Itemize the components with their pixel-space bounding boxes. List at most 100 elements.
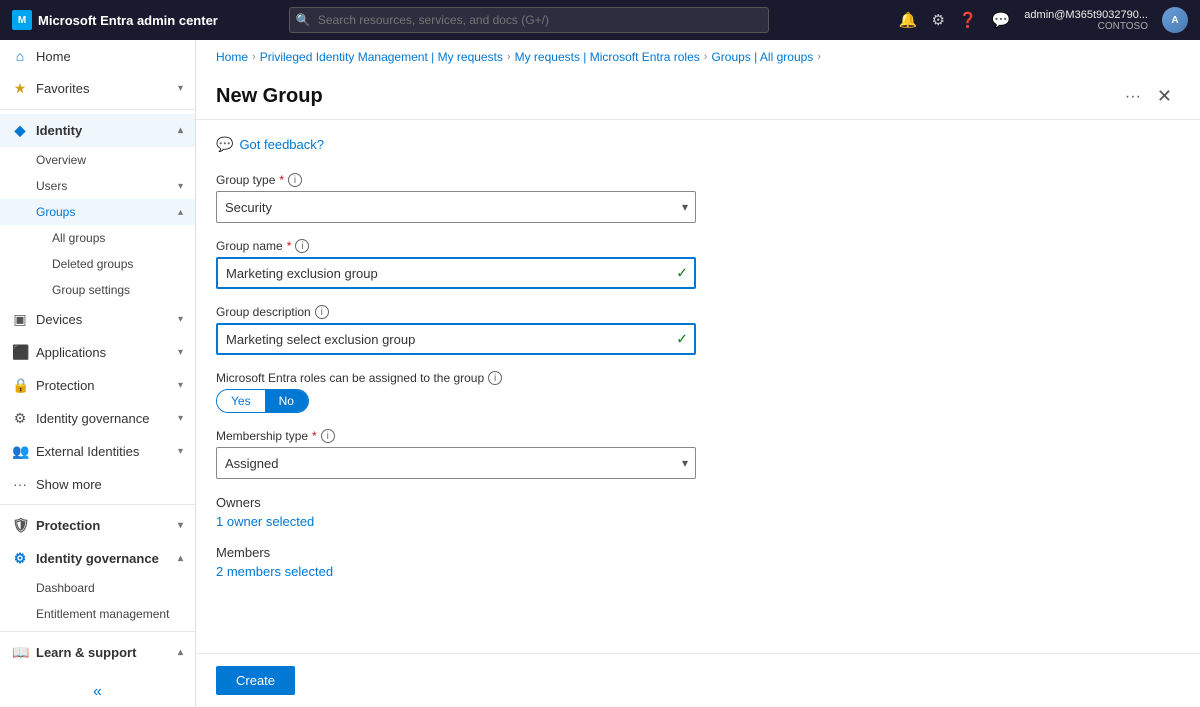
sidebar-label-overview: Overview <box>36 153 86 167</box>
group-type-field: Group type * i Security Microsoft 365 ▾ <box>216 173 1180 223</box>
entra-roles-field: Microsoft Entra roles can be assigned to… <box>216 371 1180 413</box>
group-description-input[interactable] <box>216 323 696 355</box>
required-marker: * <box>312 429 317 443</box>
sidebar-label-group-settings: Group settings <box>52 283 130 297</box>
sidebar-item-applications[interactable]: ⬛ Applications ▾ <box>0 336 195 369</box>
chevron-down-icon: ▾ <box>178 347 183 358</box>
sidebar-item-all-groups[interactable]: All groups <box>0 225 195 251</box>
sidebar-item-group-settings[interactable]: Group settings <box>0 277 195 303</box>
sidebar-collapse-button[interactable]: « <box>0 677 195 707</box>
sidebar-item-identity[interactable]: ◆ Identity ▴ <box>0 114 195 147</box>
governance2-icon: ⚙ <box>12 550 28 567</box>
divider-2 <box>0 504 195 505</box>
group-name-info-icon[interactable]: i <box>295 239 309 253</box>
sidebar-item-learn-support[interactable]: 📖 Learn & support ▴ <box>0 636 195 669</box>
entra-roles-toggle: Yes No <box>216 389 309 413</box>
members-field: Members 2 members selected <box>216 545 1180 579</box>
chevron-down-icon: ▾ <box>178 380 183 391</box>
breadcrumb: Home › Privileged Identity Management | … <box>196 40 1200 70</box>
sidebar-item-external-identities[interactable]: 👥 External Identities ▾ <box>0 435 195 468</box>
sidebar-label-identity-governance: Identity governance <box>36 411 170 426</box>
sidebar-label-groups: Groups <box>36 205 75 219</box>
sidebar: ⌂ Home ★ Favorites ▾ ◆ Identity ▴ Overvi… <box>0 40 196 707</box>
topbar: M Microsoft Entra admin center 🔍 🔔 ⚙ ❓ 💬… <box>0 0 1200 40</box>
sidebar-item-entitlement-management[interactable]: Entitlement management <box>0 601 195 627</box>
external-icon: 👥 <box>12 443 28 460</box>
feedback-link[interactable]: Got feedback? <box>239 137 324 152</box>
breadcrumb-home[interactable]: Home <box>216 50 248 64</box>
bottom-bar: Create <box>196 653 1200 707</box>
more-icon: ··· <box>12 476 28 492</box>
protection-icon: 🔒 <box>12 377 28 394</box>
breadcrumb-groups[interactable]: Groups | All groups <box>711 50 813 64</box>
group-type-select[interactable]: Security Microsoft 365 <box>216 191 696 223</box>
notifications-icon[interactable]: 🔔 <box>899 11 918 29</box>
sidebar-label-users: Users <box>36 179 67 193</box>
toggle-yes-button[interactable]: Yes <box>217 390 265 412</box>
breadcrumb-my-requests[interactable]: My requests | Microsoft Entra roles <box>515 50 700 64</box>
sidebar-item-protection[interactable]: 🔒 Protection ▾ <box>0 369 195 402</box>
membership-type-info-icon[interactable]: i <box>321 429 335 443</box>
members-label: Members <box>216 545 1180 560</box>
chevron-down-icon: ▾ <box>178 413 183 424</box>
group-description-field: Group description i ✓ <box>216 305 1180 355</box>
applications-icon: ⬛ <box>12 344 28 361</box>
sidebar-item-identity-governance2[interactable]: ⚙ Identity governance ▴ <box>0 542 195 575</box>
membership-type-select-wrapper: Assigned Dynamic User Dynamic Device ▾ <box>216 447 696 479</box>
panel-body: 💬 Got feedback? Group type * i Security … <box>196 120 1200 653</box>
topbar-actions: 🔔 ⚙ ❓ 💬 admin@M365t9032790... CONTOSO A <box>899 7 1188 33</box>
sidebar-item-dashboard[interactable]: Dashboard <box>0 575 195 601</box>
create-button[interactable]: Create <box>216 666 295 695</box>
new-group-panel: New Group ··· ✕ 💬 Got feedback? Group ty… <box>196 70 1200 707</box>
group-type-info-icon[interactable]: i <box>288 173 302 187</box>
sidebar-item-deleted-groups[interactable]: Deleted groups <box>0 251 195 277</box>
sidebar-item-home[interactable]: ⌂ Home <box>0 40 195 72</box>
feedback-bar: 💬 Got feedback? <box>216 136 1180 153</box>
panel-header: New Group ··· ✕ <box>196 70 1200 120</box>
entra-roles-info-icon[interactable]: i <box>488 371 502 385</box>
check-icon: ✓ <box>676 265 688 282</box>
search-bar: 🔍 <box>289 7 769 33</box>
sidebar-item-favorites[interactable]: ★ Favorites ▾ <box>0 72 195 105</box>
sidebar-item-devices[interactable]: ▣ Devices ▾ <box>0 303 195 336</box>
panel-menu-button[interactable]: ··· <box>1117 84 1149 110</box>
sidebar-item-groups[interactable]: Groups ▴ <box>0 199 195 225</box>
check-icon: ✓ <box>676 331 688 348</box>
members-link[interactable]: 2 members selected <box>216 564 333 579</box>
chevron-down-icon: ▾ <box>178 520 183 531</box>
group-type-select-wrapper: Security Microsoft 365 ▾ <box>216 191 696 223</box>
avatar[interactable]: A <box>1162 7 1188 33</box>
sidebar-item-users[interactable]: Users ▾ <box>0 173 195 199</box>
sidebar-label-dashboard: Dashboard <box>36 581 95 595</box>
toggle-no-button[interactable]: No <box>265 390 308 412</box>
sidebar-label-applications: Applications <box>36 345 170 360</box>
sidebar-item-protection2[interactable]: 🛡 Protection ▾ <box>0 509 195 542</box>
membership-type-select[interactable]: Assigned Dynamic User Dynamic Device <box>216 447 696 479</box>
chevron-down-icon: ▾ <box>178 446 183 457</box>
owners-link[interactable]: 1 owner selected <box>216 514 314 529</box>
sidebar-item-show-more[interactable]: ··· Show more <box>0 468 195 500</box>
learn-icon: 📖 <box>12 644 28 661</box>
feedback-icon[interactable]: 💬 <box>992 11 1011 29</box>
group-desc-info-icon[interactable]: i <box>315 305 329 319</box>
breadcrumb-pim[interactable]: Privileged Identity Management | My requ… <box>260 50 503 64</box>
search-icon: 🔍 <box>296 13 311 27</box>
user-name: admin@M365t9032790... <box>1024 9 1148 21</box>
shield-icon: 🛡 <box>12 517 28 534</box>
main-layout: ⌂ Home ★ Favorites ▾ ◆ Identity ▴ Overvi… <box>0 40 1200 707</box>
sidebar-item-overview[interactable]: Overview <box>0 147 195 173</box>
group-name-input[interactable] <box>216 257 696 289</box>
search-input[interactable] <box>289 7 769 33</box>
collapse-icon: « <box>93 683 102 701</box>
chevron-up-icon: ▴ <box>178 553 183 564</box>
settings-icon[interactable]: ⚙ <box>931 11 944 29</box>
divider-1 <box>0 109 195 110</box>
help-icon[interactable]: ❓ <box>959 11 978 29</box>
breadcrumb-sep-4: › <box>817 51 821 63</box>
sidebar-item-identity-governance[interactable]: ⚙ Identity governance ▾ <box>0 402 195 435</box>
feedback-icon: 💬 <box>216 136 233 153</box>
group-description-input-wrapper: ✓ <box>216 323 696 355</box>
group-name-field: Group name * i ✓ <box>216 239 1180 289</box>
panel-close-button[interactable]: ✕ <box>1149 82 1180 111</box>
divider-3 <box>0 631 195 632</box>
